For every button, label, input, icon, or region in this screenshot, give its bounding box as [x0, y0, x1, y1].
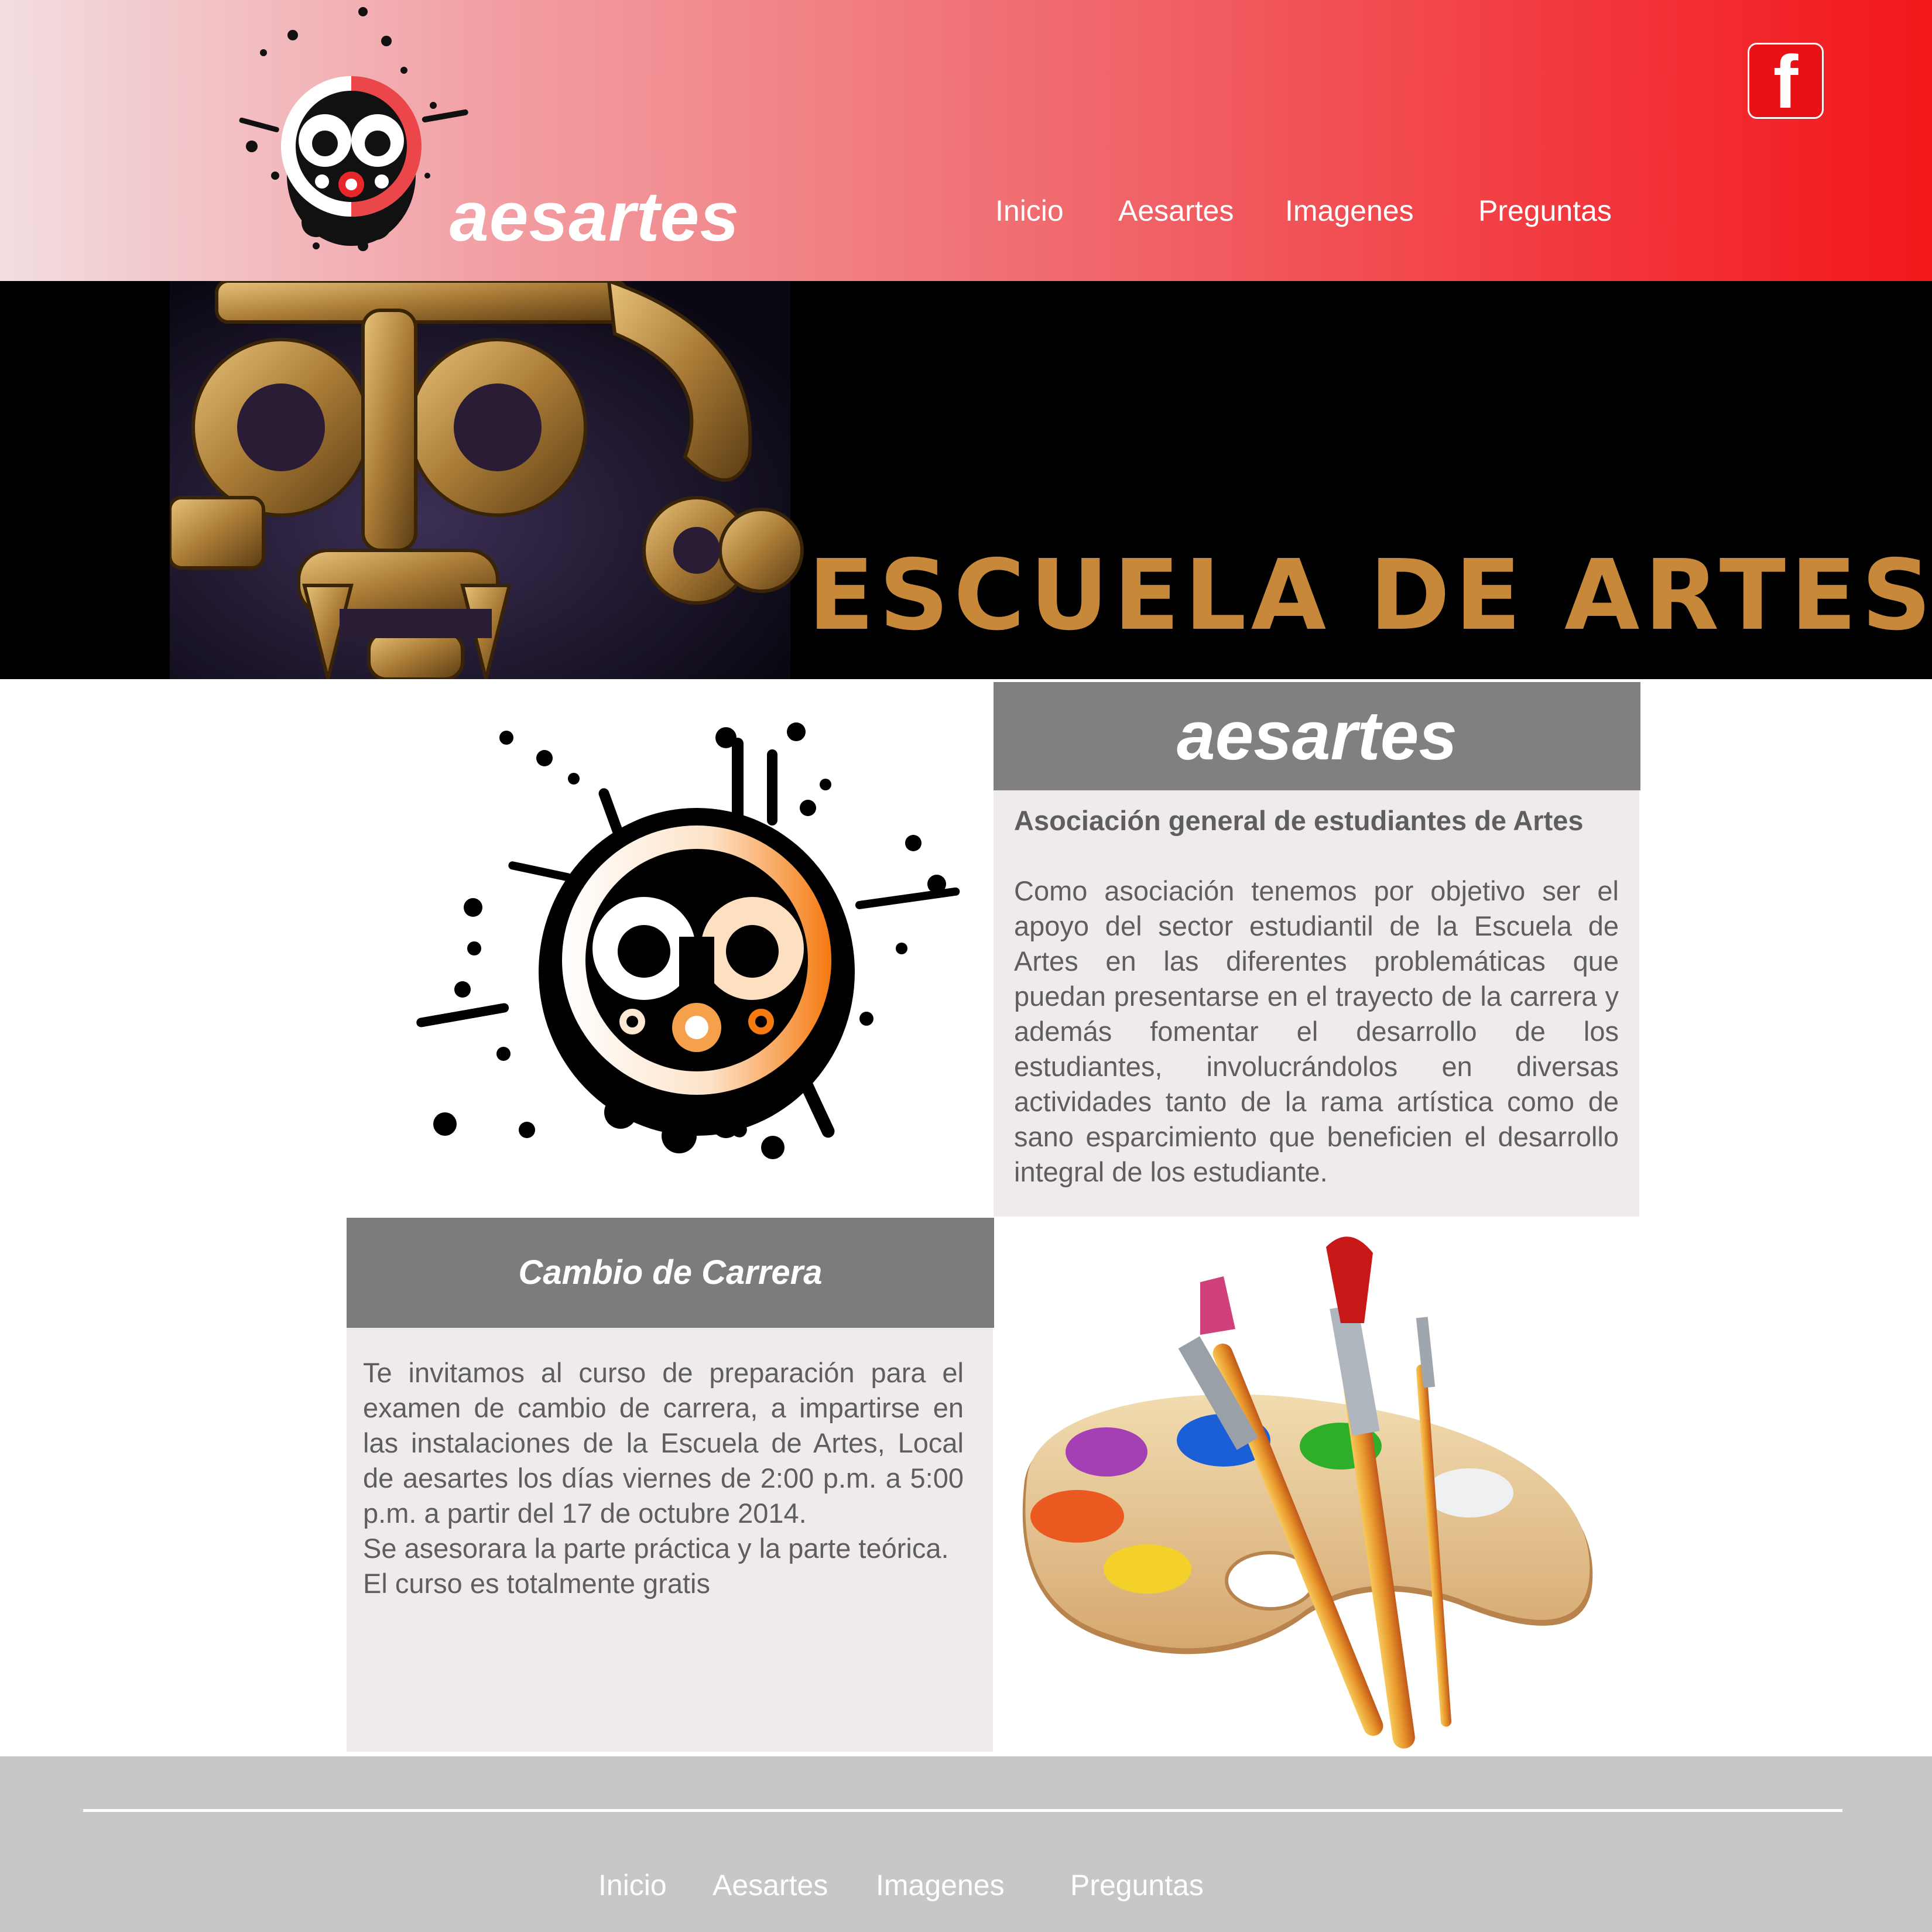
facebook-glyph: f: [1773, 40, 1799, 124]
footer-nav-inicio[interactable]: Inicio: [598, 1871, 667, 1900]
footer-divider: [83, 1809, 1842, 1812]
footer-nav-aesartes[interactable]: Aesartes: [712, 1871, 828, 1900]
golden-mask-image: [170, 281, 804, 679]
aesartes-logo[interactable]: [228, 0, 480, 269]
hero-banner: ESCUELA DE ARTES: [0, 281, 1932, 679]
about-heading: aesartes: [1177, 697, 1457, 775]
about-heading-bar: aesartes: [994, 682, 1640, 790]
aesartes-large-logo: [416, 722, 960, 1159]
site-footer: [0, 1756, 1932, 1932]
nav-inicio[interactable]: Inicio: [995, 196, 1064, 225]
paint-palette-image: [1022, 1236, 1593, 1749]
about-paragraph: Como asociación tenemos por objetivo ser…: [1014, 875, 1619, 1187]
banner-title: ESCUELA DE ARTES: [808, 539, 1932, 652]
course-panel: Te invitamos al curso de preparación par…: [347, 1328, 993, 1752]
about-panel: Asociación general de estudiantes de Art…: [994, 790, 1639, 1217]
course-heading-bar: Cambio de Carrera: [347, 1218, 994, 1328]
course-paragraph: Se asesorara la parte práctica y la part…: [363, 1533, 949, 1564]
course-paragraph: El curso es totalmente gratis: [363, 1568, 710, 1599]
nav-aesartes[interactable]: Aesartes: [1118, 196, 1234, 225]
footer-nav-preguntas[interactable]: Preguntas: [1070, 1871, 1204, 1900]
facebook-icon[interactable]: f: [1748, 40, 1824, 124]
nav-imagenes[interactable]: Imagenes: [1285, 196, 1414, 225]
about-subtitle: Asociación general de estudiantes de Art…: [1014, 805, 1584, 836]
nav-preguntas[interactable]: Preguntas: [1478, 196, 1612, 225]
footer-nav-imagenes[interactable]: Imagenes: [876, 1871, 1005, 1900]
brand-name[interactable]: aesartes: [450, 181, 739, 252]
course-heading: Cambio de Carrera: [518, 1253, 823, 1292]
course-paragraph: Te invitamos al curso de preparación par…: [363, 1357, 964, 1529]
